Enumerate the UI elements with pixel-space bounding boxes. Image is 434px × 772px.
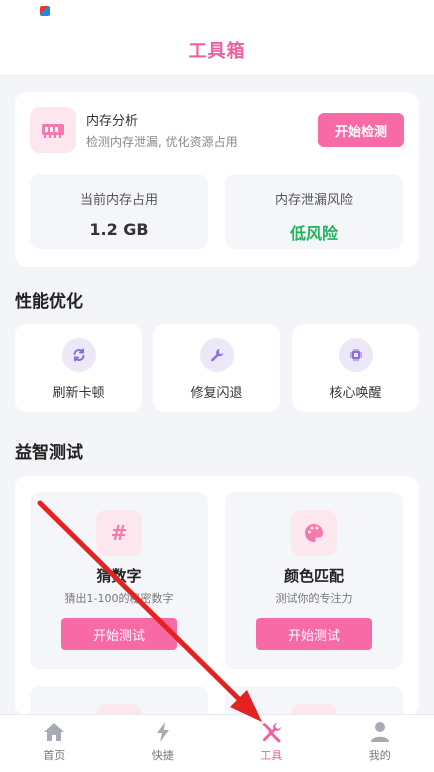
memory-usage-stat: 当前内存占用 1.2 GB bbox=[30, 174, 208, 249]
person-icon bbox=[370, 722, 389, 742]
app-header: 工具箱 bbox=[0, 24, 434, 76]
hash-icon: # bbox=[96, 510, 142, 556]
leak-risk-stat: 内存泄漏风险 低风险 bbox=[225, 174, 403, 249]
tab-home[interactable]: 首页 bbox=[0, 715, 109, 772]
tab-label: 首页 bbox=[43, 749, 66, 762]
tab-label: 工具 bbox=[260, 749, 283, 762]
home-icon bbox=[44, 723, 65, 741]
section-title-performance: 性能优化 bbox=[15, 292, 83, 312]
tools-icon bbox=[262, 723, 282, 743]
quiz-card-guess-number: # 猜数字 猜出1-100的秘密数字 开始测试 bbox=[30, 492, 208, 669]
page-title: 工具箱 bbox=[188, 40, 246, 62]
memory-title: 内存分析 bbox=[86, 114, 139, 129]
tab-label: 我的 bbox=[368, 749, 391, 762]
quiz-card-color-match: 颜色匹配 测试你的专注力 开始测试 bbox=[225, 492, 403, 669]
bottom-tab-bar: 首页 快捷 工具 我的 bbox=[0, 714, 434, 772]
refresh-icon bbox=[61, 338, 96, 372]
memory-analysis-card: 内存分析 检测内存泄漏, 优化资源占用 开始检测 当前内存占用 1.2 GB 内… bbox=[15, 92, 419, 267]
stat-value: 1.2 GB bbox=[89, 220, 149, 239]
start-detect-button[interactable]: 开始检测 bbox=[318, 113, 404, 147]
start-test-button[interactable]: 开始测试 bbox=[256, 618, 372, 650]
quiz-title: 猜数字 bbox=[96, 567, 142, 585]
perf-item-refresh[interactable]: 刷新卡顿 bbox=[15, 324, 142, 412]
notification-icon bbox=[40, 6, 50, 16]
status-bar bbox=[0, 0, 434, 24]
stat-label: 当前内存占用 bbox=[79, 193, 158, 208]
stat-label: 内存泄漏风险 bbox=[274, 193, 353, 208]
lightning-icon bbox=[156, 722, 169, 742]
memory-chip-icon bbox=[30, 107, 76, 153]
quiz-title: 颜色匹配 bbox=[283, 567, 344, 585]
perf-item-fix-crash[interactable]: 修复闪退 bbox=[153, 324, 280, 412]
perf-label: 修复闪退 bbox=[190, 386, 243, 401]
palette-icon bbox=[291, 510, 337, 556]
tab-quick[interactable]: 快捷 bbox=[109, 715, 218, 772]
tab-tools[interactable]: 工具 bbox=[217, 715, 326, 772]
start-test-button[interactable]: 开始测试 bbox=[61, 618, 177, 650]
wrench-icon bbox=[199, 338, 234, 372]
perf-label: 刷新卡顿 bbox=[52, 386, 105, 401]
quiz-desc: 猜出1-100的秘密数字 bbox=[64, 592, 174, 605]
quiz-panel: # 猜数字 猜出1-100的秘密数字 开始测试 颜色匹配 测试你的专注力 开始测… bbox=[15, 476, 419, 746]
memory-desc: 检测内存泄漏, 优化资源占用 bbox=[86, 135, 238, 149]
perf-label: 核心唤醒 bbox=[329, 386, 382, 401]
tab-mine[interactable]: 我的 bbox=[326, 715, 434, 772]
stat-value: 低风险 bbox=[289, 224, 338, 243]
tab-label: 快捷 bbox=[151, 749, 174, 762]
section-title-quiz: 益智测试 bbox=[15, 443, 83, 463]
perf-item-core-wake[interactable]: 核心唤醒 bbox=[292, 324, 419, 412]
quiz-desc: 测试你的专注力 bbox=[275, 592, 353, 605]
chip-icon bbox=[338, 338, 373, 372]
